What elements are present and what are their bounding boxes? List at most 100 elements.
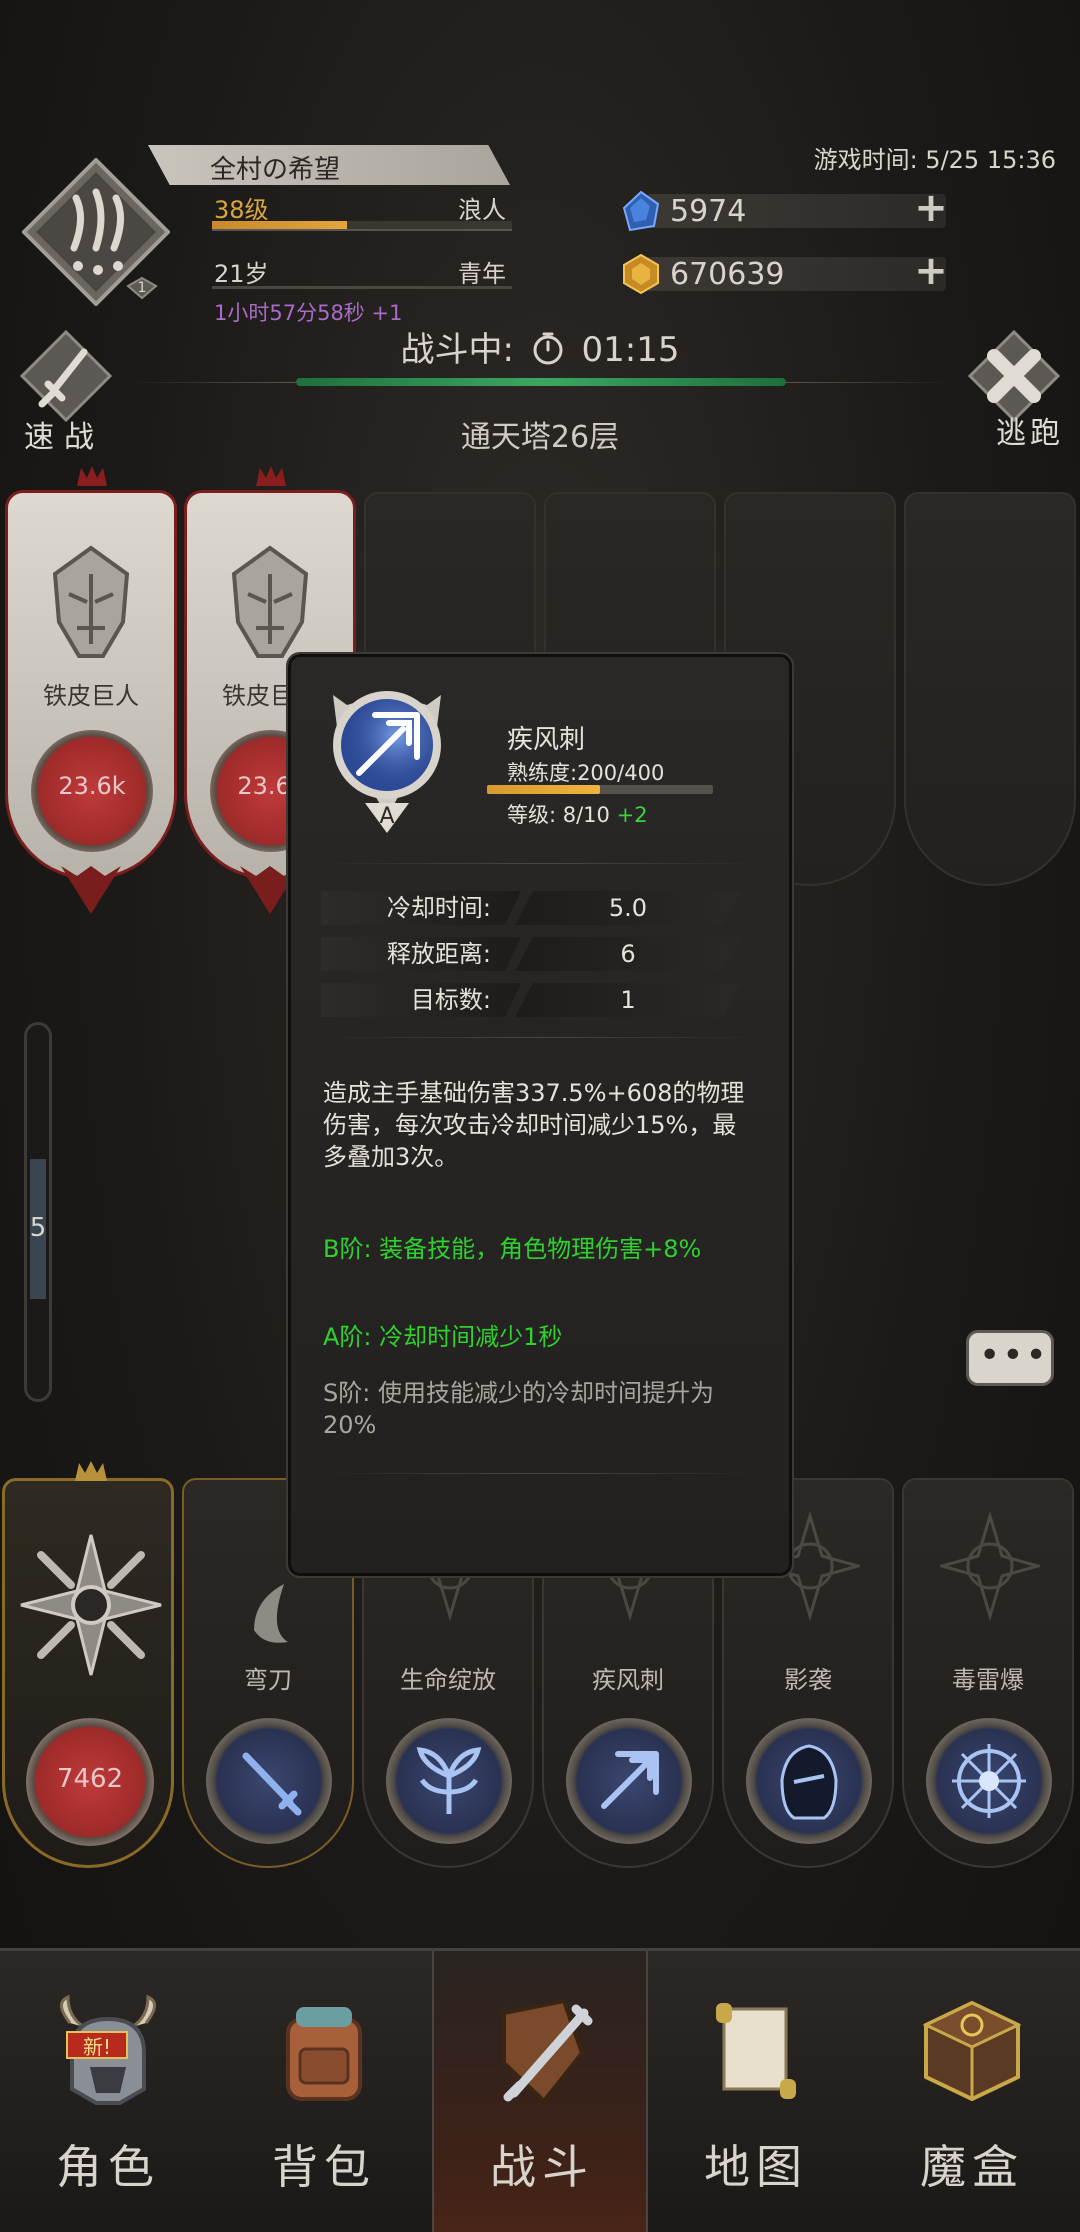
exp-bar bbox=[212, 221, 512, 231]
popup-level-bonus: +2 bbox=[616, 803, 648, 827]
player-level: 38级 bbox=[214, 196, 269, 224]
chat-dots-icon: ••• bbox=[979, 1335, 1049, 1376]
add-gems-button[interactable]: + bbox=[912, 188, 950, 228]
nav-backpack[interactable]: 背包 bbox=[216, 1951, 432, 2232]
popup-proficiency: 熟练度:200/400 bbox=[507, 761, 665, 785]
gold-amount: 670639 bbox=[670, 257, 785, 292]
nav-label: 地图 bbox=[704, 2140, 808, 2194]
magic-cube-icon bbox=[922, 2000, 1022, 2102]
age-row: 21岁 青年 bbox=[214, 254, 514, 288]
skill-orb bbox=[926, 1718, 1052, 1844]
enemy-card[interactable]: 铁皮巨人 23.6k bbox=[5, 466, 177, 914]
tier-s-effect: S阶: 使用技能减少的冷却时间提升为20% bbox=[323, 1379, 714, 1439]
popup-divider bbox=[321, 1037, 761, 1038]
player-emblem-icon[interactable]: 1 bbox=[22, 158, 170, 306]
proficiency-fill bbox=[487, 785, 600, 794]
shadow-assassin-icon bbox=[780, 1744, 838, 1820]
nav-battle[interactable]: 战斗 bbox=[432, 1951, 648, 2232]
demon-crown-icon bbox=[77, 466, 107, 486]
gale-thrust-icon bbox=[601, 1751, 659, 1809]
gale-thrust-skill-icon: A bbox=[333, 691, 441, 833]
iron-golem-icon bbox=[52, 545, 130, 658]
stat-row: 目标数: 1 bbox=[321, 983, 761, 1017]
crown-icon bbox=[75, 1461, 107, 1481]
gem-currency: 5974 + bbox=[620, 188, 950, 232]
svg-text:A: A bbox=[379, 804, 394, 829]
shield-sword-icon bbox=[502, 1998, 593, 2104]
player-age: 21岁 bbox=[214, 260, 269, 288]
new-badge: 新! bbox=[66, 2031, 128, 2059]
skill-detail-popup[interactable]: A 疾风刺 熟练度:200/400 等级: 8/10 +2 冷却时间: 5.0 … bbox=[286, 652, 794, 1578]
skill-orb bbox=[566, 1718, 692, 1844]
sword-skill-icon bbox=[242, 1752, 302, 1816]
scimitar-icon bbox=[254, 1584, 288, 1643]
tier-b-effect: B阶: 装备技能，角色物理伤害+8% bbox=[323, 1235, 702, 1263]
enemy-hp-orb: 23.6k bbox=[31, 730, 153, 852]
battle-countdown: 01:15 bbox=[581, 330, 680, 370]
nav-map[interactable]: 地图 bbox=[648, 1951, 864, 2232]
poison-thunder-icon bbox=[952, 1744, 1026, 1818]
player-name[interactable]: 全村の希望 bbox=[148, 145, 510, 185]
backpack-icon bbox=[286, 2007, 362, 2101]
nav-character[interactable]: 新! 角色 bbox=[0, 1951, 216, 2232]
player-stage: 青年 bbox=[458, 260, 506, 288]
weapon-hp: 7462 bbox=[56, 1764, 124, 1794]
nav-label: 背包 bbox=[272, 2140, 376, 2194]
popup-level-text: 等级: 8/10 bbox=[507, 803, 610, 827]
bottom-nav: 新! 角色 背包 战斗 地图 魔盒 bbox=[0, 1948, 1080, 2232]
level-row: 38级 浪人 bbox=[214, 190, 514, 224]
game-time: 游戏时间: 5/25 15:36 bbox=[813, 146, 1056, 174]
enemy-card-tail-icon bbox=[61, 866, 121, 914]
stat-row: 释放距离: 6 bbox=[321, 937, 761, 971]
age-divider bbox=[212, 286, 512, 289]
popup-skill-name: 疾风刺 bbox=[507, 725, 586, 755]
enemy-hp: 23.6k bbox=[58, 772, 126, 800]
chat-button[interactable]: ••• bbox=[966, 1330, 1054, 1386]
exp-fill bbox=[212, 221, 347, 229]
popup-divider bbox=[321, 1473, 761, 1474]
gem-amount: 5974 bbox=[670, 194, 747, 229]
weapon-hp-orb: 7462 bbox=[26, 1718, 154, 1846]
empty-enemy-slot bbox=[904, 492, 1076, 886]
skill-orb bbox=[206, 1718, 332, 1844]
tier-a-effect: A阶: 冷却时间减少1秒 bbox=[323, 1323, 563, 1351]
rune-star-icon bbox=[940, 1510, 1040, 1622]
battle-status-label: 战斗中: bbox=[400, 330, 514, 370]
skill-card[interactable]: 毒雷爆 bbox=[902, 1478, 1074, 1868]
skill-name: 影袭 bbox=[784, 1666, 832, 1694]
popup-divider bbox=[321, 863, 761, 864]
skill-name: 疾风刺 bbox=[592, 1666, 664, 1694]
scroll-map-icon bbox=[716, 2003, 796, 2099]
stat-key: 释放距离: bbox=[321, 937, 521, 971]
stat-value: 1 bbox=[515, 983, 741, 1017]
tower-level: 5 bbox=[29, 1213, 47, 1243]
add-gold-button[interactable]: + bbox=[912, 251, 950, 291]
nav-label: 魔盒 bbox=[920, 2140, 1024, 2194]
nav-label: 角色 bbox=[56, 2140, 160, 2194]
gold-gem-icon bbox=[623, 253, 659, 295]
stat-key: 冷却时间: bbox=[321, 891, 521, 925]
svg-text:1: 1 bbox=[138, 280, 147, 296]
skill-orb bbox=[386, 1718, 512, 1844]
skill-description: 造成主手基础伤害337.5%+608的物理伤害，每次攻击冷却时间减少15%，最多… bbox=[323, 1079, 745, 1171]
stat-key: 目标数: bbox=[321, 983, 521, 1017]
skill-name: 弯刀 bbox=[244, 1666, 292, 1694]
skill-name: 生命绽放 bbox=[400, 1666, 496, 1694]
demon-crown-icon bbox=[256, 466, 286, 486]
blue-gem-icon bbox=[622, 190, 660, 232]
life-bloom-icon bbox=[416, 1747, 482, 1814]
nav-magic-box[interactable]: 魔盒 bbox=[864, 1951, 1080, 2232]
stopwatch-icon bbox=[533, 332, 563, 365]
stat-row: 冷却时间: 5.0 bbox=[321, 891, 761, 925]
enemy-name: 铁皮巨人 bbox=[43, 682, 139, 710]
skill-name: 毒雷爆 bbox=[952, 1666, 1024, 1694]
shuriken-icon bbox=[20, 1534, 162, 1676]
battle-status: 战斗中: 01:15 bbox=[0, 322, 1080, 371]
nav-label: 战斗 bbox=[490, 2140, 594, 2194]
floor-title: 通天塔26层 bbox=[460, 420, 620, 455]
iron-golem-icon bbox=[231, 545, 309, 658]
popup-level: 等级: 8/10 +2 bbox=[507, 799, 648, 829]
battle-progress-bar bbox=[296, 378, 786, 386]
player-class: 浪人 bbox=[458, 196, 506, 224]
skill-orb bbox=[746, 1718, 872, 1844]
